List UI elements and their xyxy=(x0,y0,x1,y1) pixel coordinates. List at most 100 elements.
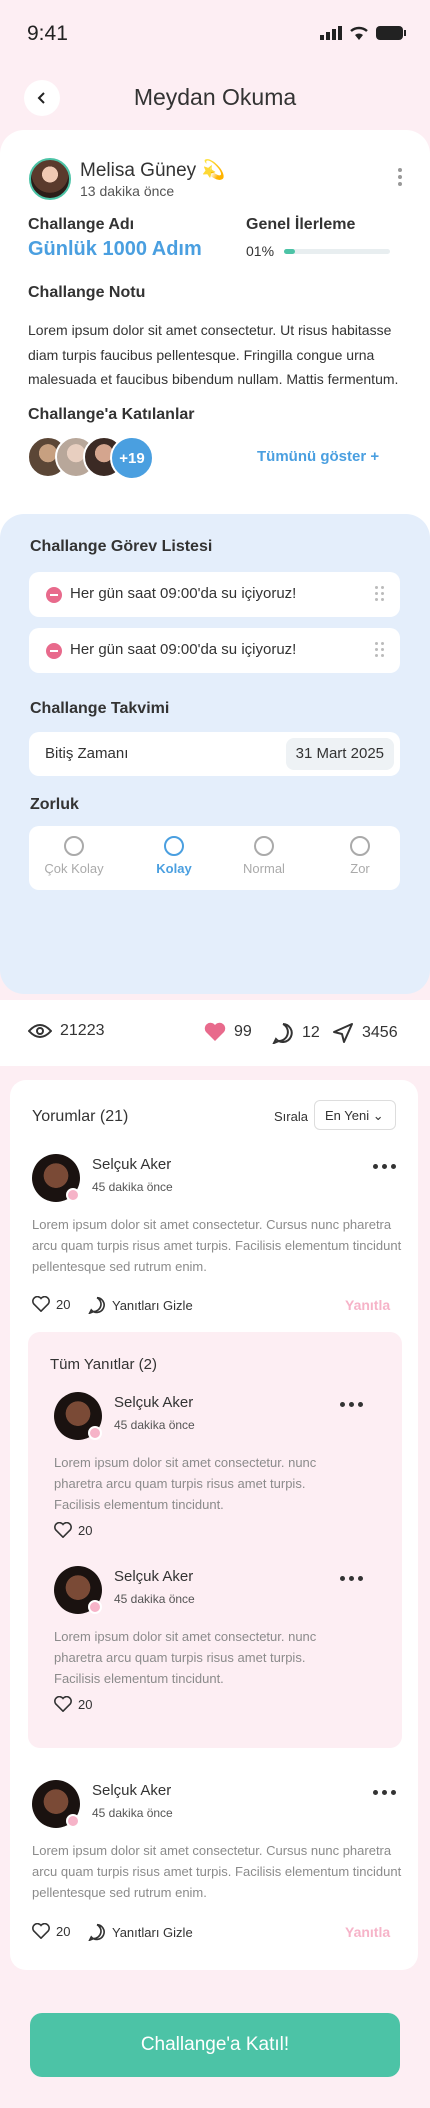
comment-author[interactable]: Selçuk Aker xyxy=(92,1782,171,1799)
more-participants-badge[interactable]: +19 xyxy=(110,436,154,480)
shares-count: 3456 xyxy=(362,1024,398,1041)
views-stat: 21223 xyxy=(28,1022,105,1040)
sort-value: En Yeni xyxy=(325,1108,370,1123)
avatar[interactable] xyxy=(32,1154,80,1202)
difficulty-option-normal[interactable]: Normal xyxy=(229,836,299,876)
reply-like[interactable]: 20 xyxy=(54,1522,92,1538)
remove-icon[interactable] xyxy=(46,587,62,603)
heart-outline-icon xyxy=(32,1923,50,1939)
remove-icon[interactable] xyxy=(46,643,62,659)
user-name[interactable]: Melisa Güney 💫 xyxy=(80,158,225,182)
more-options-icon[interactable] xyxy=(340,1576,363,1581)
page-title: Meydan Okuma xyxy=(133,84,297,110)
difficulty-title: Zorluk xyxy=(30,796,79,813)
comment-time: 45 dakika önce xyxy=(92,1180,173,1194)
comment-like[interactable]: 20 xyxy=(32,1923,70,1939)
page-header: Meydan Okuma xyxy=(0,76,430,120)
gauge-icon xyxy=(64,836,84,856)
reply-button[interactable]: Yanıtla xyxy=(345,1924,390,1940)
comments-section: Yorumlar (21) Sırala En Yeni ⌄ Selçuk Ak… xyxy=(10,1080,418,1970)
more-options-icon[interactable] xyxy=(398,168,402,186)
task-list-title: Challange Görev Listesi xyxy=(30,538,213,555)
gauge-icon xyxy=(350,836,370,856)
task-text: Her gün saat 09:00'da su içiyoruz! xyxy=(70,641,297,658)
reply-time: 45 dakika önce xyxy=(114,1592,195,1606)
reply-author[interactable]: Selçuk Aker xyxy=(114,1568,193,1585)
heart-outline-icon xyxy=(32,1296,50,1312)
avatar[interactable] xyxy=(54,1566,102,1614)
reply-time: 45 dakika önce xyxy=(114,1418,195,1432)
progress-bar xyxy=(284,249,390,254)
join-challenge-button[interactable]: Challange'a Katıl! xyxy=(30,2013,400,2077)
heart-outline-icon xyxy=(54,1522,72,1538)
sort-label: Sırala xyxy=(274,1109,308,1124)
comment-author[interactable]: Selçuk Aker xyxy=(92,1156,171,1173)
comment-body: Lorem ipsum dolor sit amet consectetur. … xyxy=(32,1217,402,1274)
more-options-icon[interactable] xyxy=(373,1790,396,1795)
show-all-link[interactable]: Tümünü göster + xyxy=(257,448,379,465)
sort-select[interactable]: En Yeni ⌄ xyxy=(314,1100,396,1130)
replies-panel: Tüm Yanıtlar (2) Selçuk Aker 45 dakika ö… xyxy=(28,1332,402,1748)
likes-stat[interactable]: 99 xyxy=(204,1022,252,1042)
avatar[interactable] xyxy=(54,1392,102,1440)
task-text: Her gün saat 09:00'da su içiyoruz! xyxy=(70,585,297,602)
participants-label: Challange'a Katılanlar xyxy=(28,406,195,423)
progress-percent: 01% xyxy=(246,243,275,259)
hide-replies-button[interactable]: Yanıtları Gizle xyxy=(88,1923,193,1941)
signal-icon xyxy=(320,25,342,40)
wifi-icon xyxy=(350,26,368,40)
difficulty-selector: Çok Kolay Kolay Normal Zor xyxy=(29,826,400,890)
comment-like[interactable]: 20 xyxy=(32,1296,70,1312)
end-date-field[interactable]: Bitiş Zamanı 31 Mart 2025 xyxy=(29,732,400,776)
comment-icon xyxy=(88,1923,105,1941)
post-time: 13 dakika önce xyxy=(80,183,175,199)
reply-body: Lorem ipsum dolor sit amet consectetur. … xyxy=(54,1455,317,1512)
drag-handle-icon[interactable] xyxy=(375,642,384,657)
chevron-down-icon: ⌄ xyxy=(372,1108,384,1123)
status-icons xyxy=(320,25,406,40)
reply-like[interactable]: 20 xyxy=(54,1696,92,1712)
heart-icon xyxy=(204,1022,226,1041)
more-options-icon[interactable] xyxy=(340,1402,363,1407)
hide-replies-button[interactable]: Yanıtları Gizle xyxy=(88,1296,193,1314)
user-emoji: 💫 xyxy=(201,160,226,181)
comment-body: Lorem ipsum dolor sit amet consectetur. … xyxy=(32,1843,402,1900)
comments-count: 12 xyxy=(302,1024,320,1041)
comment-icon xyxy=(88,1296,105,1314)
progress-fill xyxy=(284,249,295,254)
shares-stat[interactable]: 3456 xyxy=(332,1022,398,1044)
avatar[interactable] xyxy=(32,1780,80,1828)
status-time: 9:41 xyxy=(27,22,68,45)
challenge-card: Melisa Güney 💫 13 dakika önce Challange … xyxy=(0,130,430,560)
end-date-label: Bitiş Zamanı xyxy=(45,745,129,762)
user-name-text: Melisa Güney xyxy=(80,160,197,181)
stats-bar: 21223 99 12 3456 xyxy=(0,1000,430,1066)
difficulty-option-hard[interactable]: Zor xyxy=(325,836,395,876)
comments-title: Yorumlar (21) xyxy=(32,1108,129,1125)
reply-author[interactable]: Selçuk Aker xyxy=(114,1394,193,1411)
status-bar: 9:41 xyxy=(0,0,430,62)
difficulty-option-very-easy[interactable]: Çok Kolay xyxy=(39,836,109,876)
challenge-name: Günlük 1000 Adım xyxy=(28,238,202,260)
reply-button[interactable]: Yanıtla xyxy=(345,1297,390,1313)
send-icon xyxy=(333,1023,353,1043)
more-options-icon[interactable] xyxy=(373,1164,396,1169)
task-item[interactable]: Her gün saat 09:00'da su içiyoruz! xyxy=(29,628,400,673)
difficulty-option-easy[interactable]: Kolay xyxy=(139,836,209,876)
battery-icon xyxy=(376,25,406,40)
task-item[interactable]: Her gün saat 09:00'da su içiyoruz! xyxy=(29,572,400,617)
replies-title: Tüm Yanıtlar (2) xyxy=(50,1356,157,1373)
challenge-name-label: Challange Adı xyxy=(28,216,135,233)
comments-stat[interactable]: 12 xyxy=(272,1022,320,1044)
end-date-value[interactable]: 31 Mart 2025 xyxy=(285,738,394,770)
reply-body: Lorem ipsum dolor sit amet consectetur. … xyxy=(54,1629,317,1686)
drag-handle-icon[interactable] xyxy=(375,586,384,601)
heart-outline-icon xyxy=(54,1696,72,1712)
gauge-icon xyxy=(254,836,274,856)
comment-icon xyxy=(272,1023,293,1044)
likes-count: 99 xyxy=(234,1023,252,1040)
note-label: Challange Notu xyxy=(28,284,146,301)
progress-label: Genel İlerleme xyxy=(246,216,356,233)
avatar[interactable] xyxy=(29,158,71,200)
challenge-note: Lorem ipsum dolor sit amet consectetur. … xyxy=(28,322,399,387)
